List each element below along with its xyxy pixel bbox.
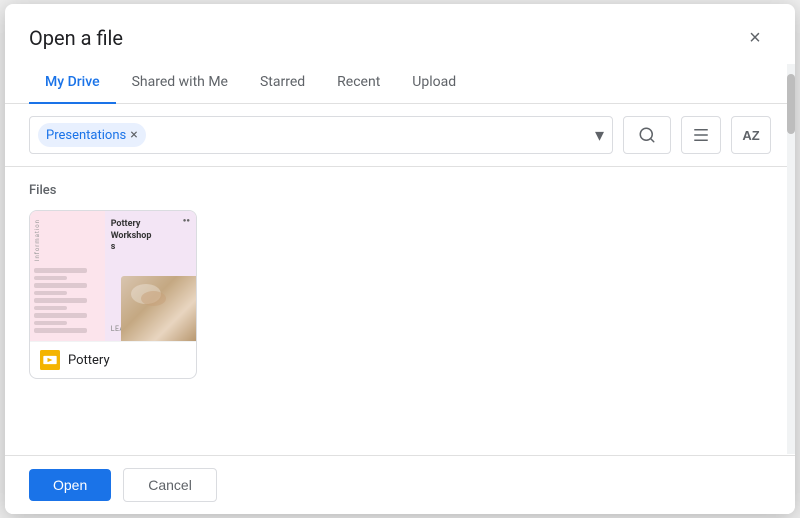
tab-shared-with-me[interactable]: Shared with Me [116, 62, 244, 104]
content-area: Files Information [5, 167, 795, 455]
close-button[interactable]: × [739, 22, 771, 54]
filter-chip-label: Presentations [46, 128, 126, 143]
dropdown-arrow-icon[interactable]: ▾ [595, 125, 604, 146]
scrollbar-thumb[interactable] [787, 74, 795, 134]
search-button[interactable] [623, 116, 671, 154]
tabs-container: My Drive Shared with Me Starred Recent U… [5, 62, 795, 104]
dialog-header: Open a file × [5, 4, 795, 54]
file-card[interactable]: Information [29, 210, 197, 379]
cancel-button[interactable]: Cancel [123, 468, 217, 502]
thumb-right-panel: ●● PotteryWorkshops LEARN TOGETHER [105, 211, 196, 341]
dialog-footer: Open Cancel [5, 455, 795, 514]
list-view-icon [692, 126, 710, 144]
section-label: Files [29, 183, 771, 198]
search-icon [638, 126, 656, 144]
open-button[interactable]: Open [29, 469, 111, 501]
sort-icon: AZ [742, 128, 759, 143]
filter-chip-close-button[interactable]: × [130, 128, 137, 142]
tab-starred[interactable]: Starred [244, 62, 321, 104]
scrollbar-track[interactable] [787, 64, 795, 454]
toolbar: Presentations × ▾ AZ [5, 104, 795, 167]
tab-my-drive[interactable]: My Drive [29, 62, 116, 104]
open-file-dialog: Open a file × My Drive Shared with Me St… [5, 4, 795, 514]
filter-chip: Presentations × [38, 123, 146, 147]
tab-upload[interactable]: Upload [396, 62, 472, 104]
pottery-image [121, 276, 196, 341]
slides-icon [40, 350, 60, 370]
file-name: Pottery [68, 353, 110, 368]
file-thumbnail: Information [30, 211, 196, 341]
dialog-title: Open a file [29, 26, 123, 50]
filter-select[interactable]: Presentations × ▾ [29, 116, 613, 154]
thumb-left-panel: Information [30, 211, 105, 341]
sort-button[interactable]: AZ [731, 116, 771, 154]
file-footer: Pottery [30, 341, 196, 378]
files-grid: Information [29, 210, 771, 379]
list-view-button[interactable] [681, 116, 721, 154]
tab-recent[interactable]: Recent [321, 62, 396, 104]
